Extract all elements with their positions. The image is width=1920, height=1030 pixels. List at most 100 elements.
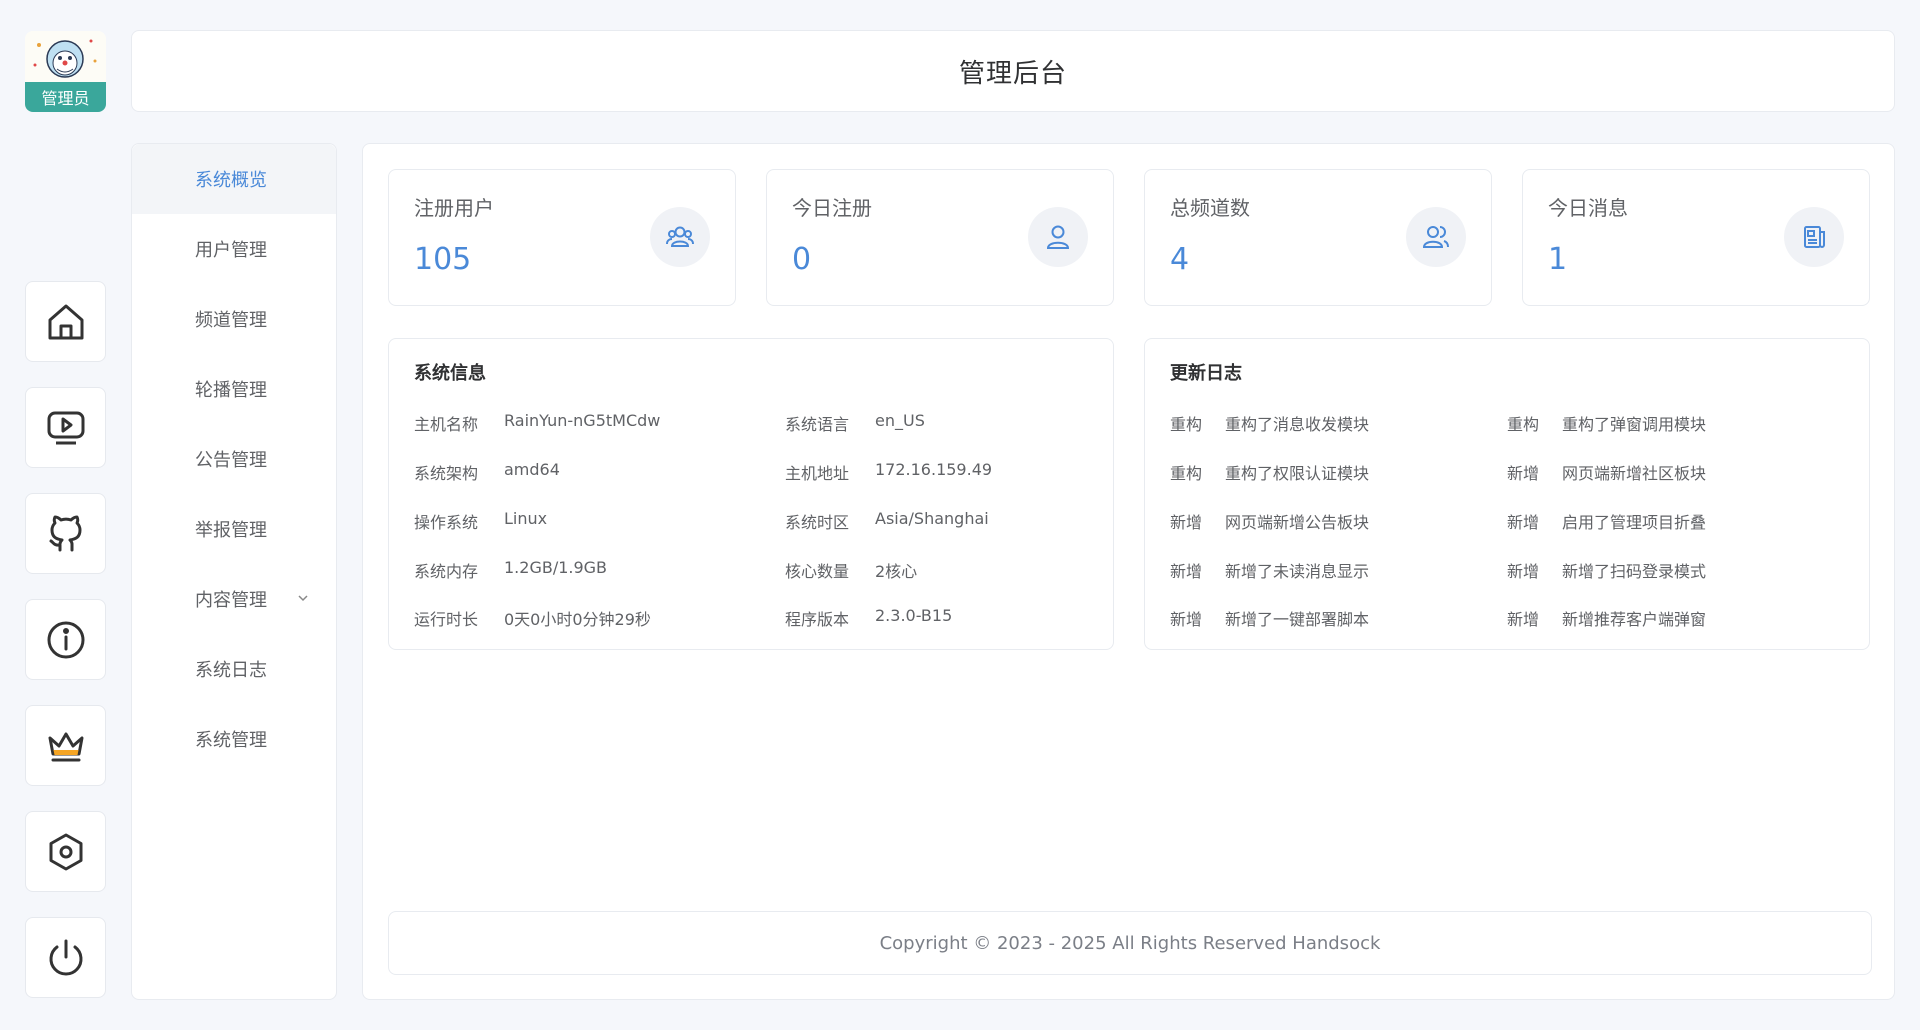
changelog-type: 新增	[1507, 464, 1540, 483]
info-value: RainYun-nG5tMCdw	[504, 411, 661, 430]
sidebar-item-overview[interactable]: 系统概览	[132, 144, 336, 214]
changelog-row: 新增 新增了扫码登录模式	[1507, 558, 1706, 582]
sidebar-item-label: 举报管理	[195, 520, 267, 541]
info-value: 1.2GB/1.9GB	[504, 558, 608, 577]
sidebar-item-logs[interactable]: 系统日志	[132, 634, 336, 704]
info-row: 系统语言 en_US	[785, 411, 925, 435]
footer: Copyright © 2023 - 2025 All Rights Reser…	[388, 911, 1872, 975]
changelog-row: 新增 新增推荐客户端弹窗	[1507, 606, 1706, 630]
sidebar-item-label: 系统概览	[195, 170, 267, 191]
info-key: 主机地址	[785, 464, 850, 483]
changelog-row: 重构 重构了弹窗调用模块	[1507, 411, 1706, 435]
rail-home-button[interactable]	[25, 281, 106, 362]
stat-value: 105	[414, 242, 472, 277]
stat-value: 4	[1170, 242, 1190, 277]
changelog-type: 新增	[1170, 513, 1203, 532]
info-row: 核心数量 2核心	[785, 558, 917, 582]
changelog-text: 新增了扫码登录模式	[1562, 562, 1707, 581]
changelog-text: 新增了一键部署脚本	[1225, 610, 1370, 629]
info-key: 系统架构	[414, 464, 479, 483]
info-key: 系统内存	[414, 562, 479, 581]
video-screen-icon	[47, 411, 84, 444]
sidebar-item-carousel[interactable]: 轮播管理	[132, 354, 336, 424]
changelog-text: 网页端新增公告板块	[1225, 513, 1370, 532]
changelog-text: 启用了管理项目折叠	[1562, 513, 1707, 532]
github-icon	[49, 515, 81, 551]
info-value: Asia/Shanghai	[875, 509, 989, 528]
main-panel: 注册用户 105 今日注册 0 总频道数 4 今日消息 1 系统信息 主机名称 …	[362, 143, 1895, 1000]
changelog-text: 新增了未读消息显示	[1225, 562, 1370, 581]
info-key: 系统时区	[785, 513, 850, 532]
info-value: 2核心	[875, 562, 918, 581]
page-header: 管理后台	[131, 30, 1895, 112]
sidebar-item-users[interactable]: 用户管理	[132, 214, 336, 284]
sidebar-item-label: 公告管理	[195, 450, 267, 471]
rail-video-button[interactable]	[25, 387, 106, 468]
sidebar-item-announcements[interactable]: 公告管理	[132, 424, 336, 494]
info-value: 2.3.0-B15	[875, 606, 953, 625]
changelog-type: 新增	[1507, 513, 1540, 532]
document-icon	[1804, 226, 1825, 248]
stat-card-today-messages: 今日消息 1	[1522, 169, 1870, 306]
stat-value: 1	[1548, 242, 1568, 277]
sidebar-item-label: 系统管理	[195, 730, 267, 751]
sidebar-item-content[interactable]: 内容管理	[132, 564, 336, 634]
changelog-text: 网页端新增社区板块	[1562, 464, 1707, 483]
sidebar-item-label: 用户管理	[195, 240, 267, 261]
info-row: 系统内存 1.2GB/1.9GB	[414, 558, 607, 582]
changelog-text: 重构了权限认证模块	[1225, 464, 1370, 483]
stat-icon-wrap	[650, 207, 710, 267]
sidebar-item-system[interactable]: 系统管理	[132, 704, 336, 774]
icon-rail: 管理员	[25, 0, 106, 1030]
changelog-row: 重构 重构了权限认证模块	[1170, 460, 1369, 484]
rail-info-button[interactable]	[25, 599, 106, 680]
rail-crown-button[interactable]	[25, 705, 106, 786]
changelog-row: 新增 新增了未读消息显示	[1170, 558, 1369, 582]
chevron-down-icon	[298, 595, 308, 602]
stat-icon-wrap	[1028, 207, 1088, 267]
changelog-row: 新增 新增了一键部署脚本	[1170, 606, 1369, 630]
system-info-panel: 系统信息 主机名称 RainYun-nG5tMCdw 系统架构 amd64 操作系统…	[388, 338, 1114, 650]
sidebar-item-channels[interactable]: 频道管理	[132, 284, 336, 354]
stat-icon-wrap	[1406, 207, 1466, 267]
panel-title: 更新日志	[1170, 363, 1242, 384]
rail-power-button[interactable]	[25, 917, 106, 998]
power-icon	[49, 939, 82, 975]
stat-label: 总频道数	[1170, 196, 1250, 220]
sidebar-item-reports[interactable]: 举报管理	[132, 494, 336, 564]
sidebar-item-label: 内容管理	[195, 590, 267, 611]
sidebar-menu: 系统概览 用户管理 频道管理 轮播管理 公告管理 举报管理 内容管理 系统日志 …	[131, 143, 337, 1000]
info-key: 主机名称	[414, 415, 479, 434]
info-key: 运行时长	[414, 610, 479, 629]
crown-icon	[48, 732, 83, 761]
copyright-text: Copyright © 2023 - 2025 All Rights Reser…	[879, 932, 1381, 954]
page-title: 管理后台	[958, 58, 1067, 89]
stat-card-today-registrations: 今日注册 0	[766, 169, 1114, 306]
changelog-text: 新增推荐客户端弹窗	[1562, 610, 1707, 629]
info-row: 主机名称 RainYun-nG5tMCdw	[414, 411, 660, 435]
stat-label: 今日消息	[1548, 196, 1628, 220]
info-value: Linux	[504, 509, 548, 528]
info-key: 系统语言	[785, 415, 850, 434]
info-value: 0天0小时0分钟29秒	[504, 610, 651, 629]
changelog-type: 新增	[1507, 610, 1540, 629]
changelog-type: 新增	[1170, 610, 1203, 629]
info-row: 系统时区 Asia/Shanghai	[785, 509, 989, 533]
info-key: 核心数量	[785, 562, 850, 581]
avatar-role-label: 管理员	[25, 82, 106, 112]
sidebar-item-label: 频道管理	[195, 310, 267, 331]
rail-settings-button[interactable]	[25, 811, 106, 892]
stat-value: 0	[792, 242, 812, 277]
rail-github-button[interactable]	[25, 493, 106, 574]
stat-card-total-channels: 总频道数 4	[1144, 169, 1492, 306]
stat-label: 今日注册	[792, 196, 872, 220]
info-icon	[47, 621, 84, 658]
changelog-type: 重构	[1170, 415, 1203, 434]
changelog-text: 重构了弹窗调用模块	[1562, 415, 1707, 434]
changelog-type: 新增	[1170, 562, 1203, 581]
changelog-row: 新增 网页端新增公告板块	[1170, 509, 1369, 533]
changelog-row: 新增 网页端新增社区板块	[1507, 460, 1706, 484]
info-key: 操作系统	[414, 513, 479, 532]
avatar[interactable]: 管理员	[25, 31, 106, 112]
info-row: 程序版本 2.3.0-B15	[785, 606, 952, 630]
